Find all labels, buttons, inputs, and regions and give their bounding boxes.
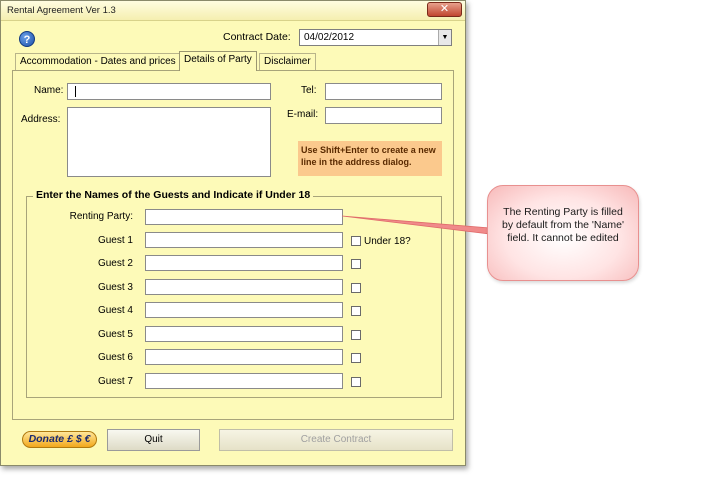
tab-details-of-party[interactable]: Details of Party (179, 51, 257, 71)
callout-bubble: The Renting Party is filled by default f… (487, 185, 639, 281)
